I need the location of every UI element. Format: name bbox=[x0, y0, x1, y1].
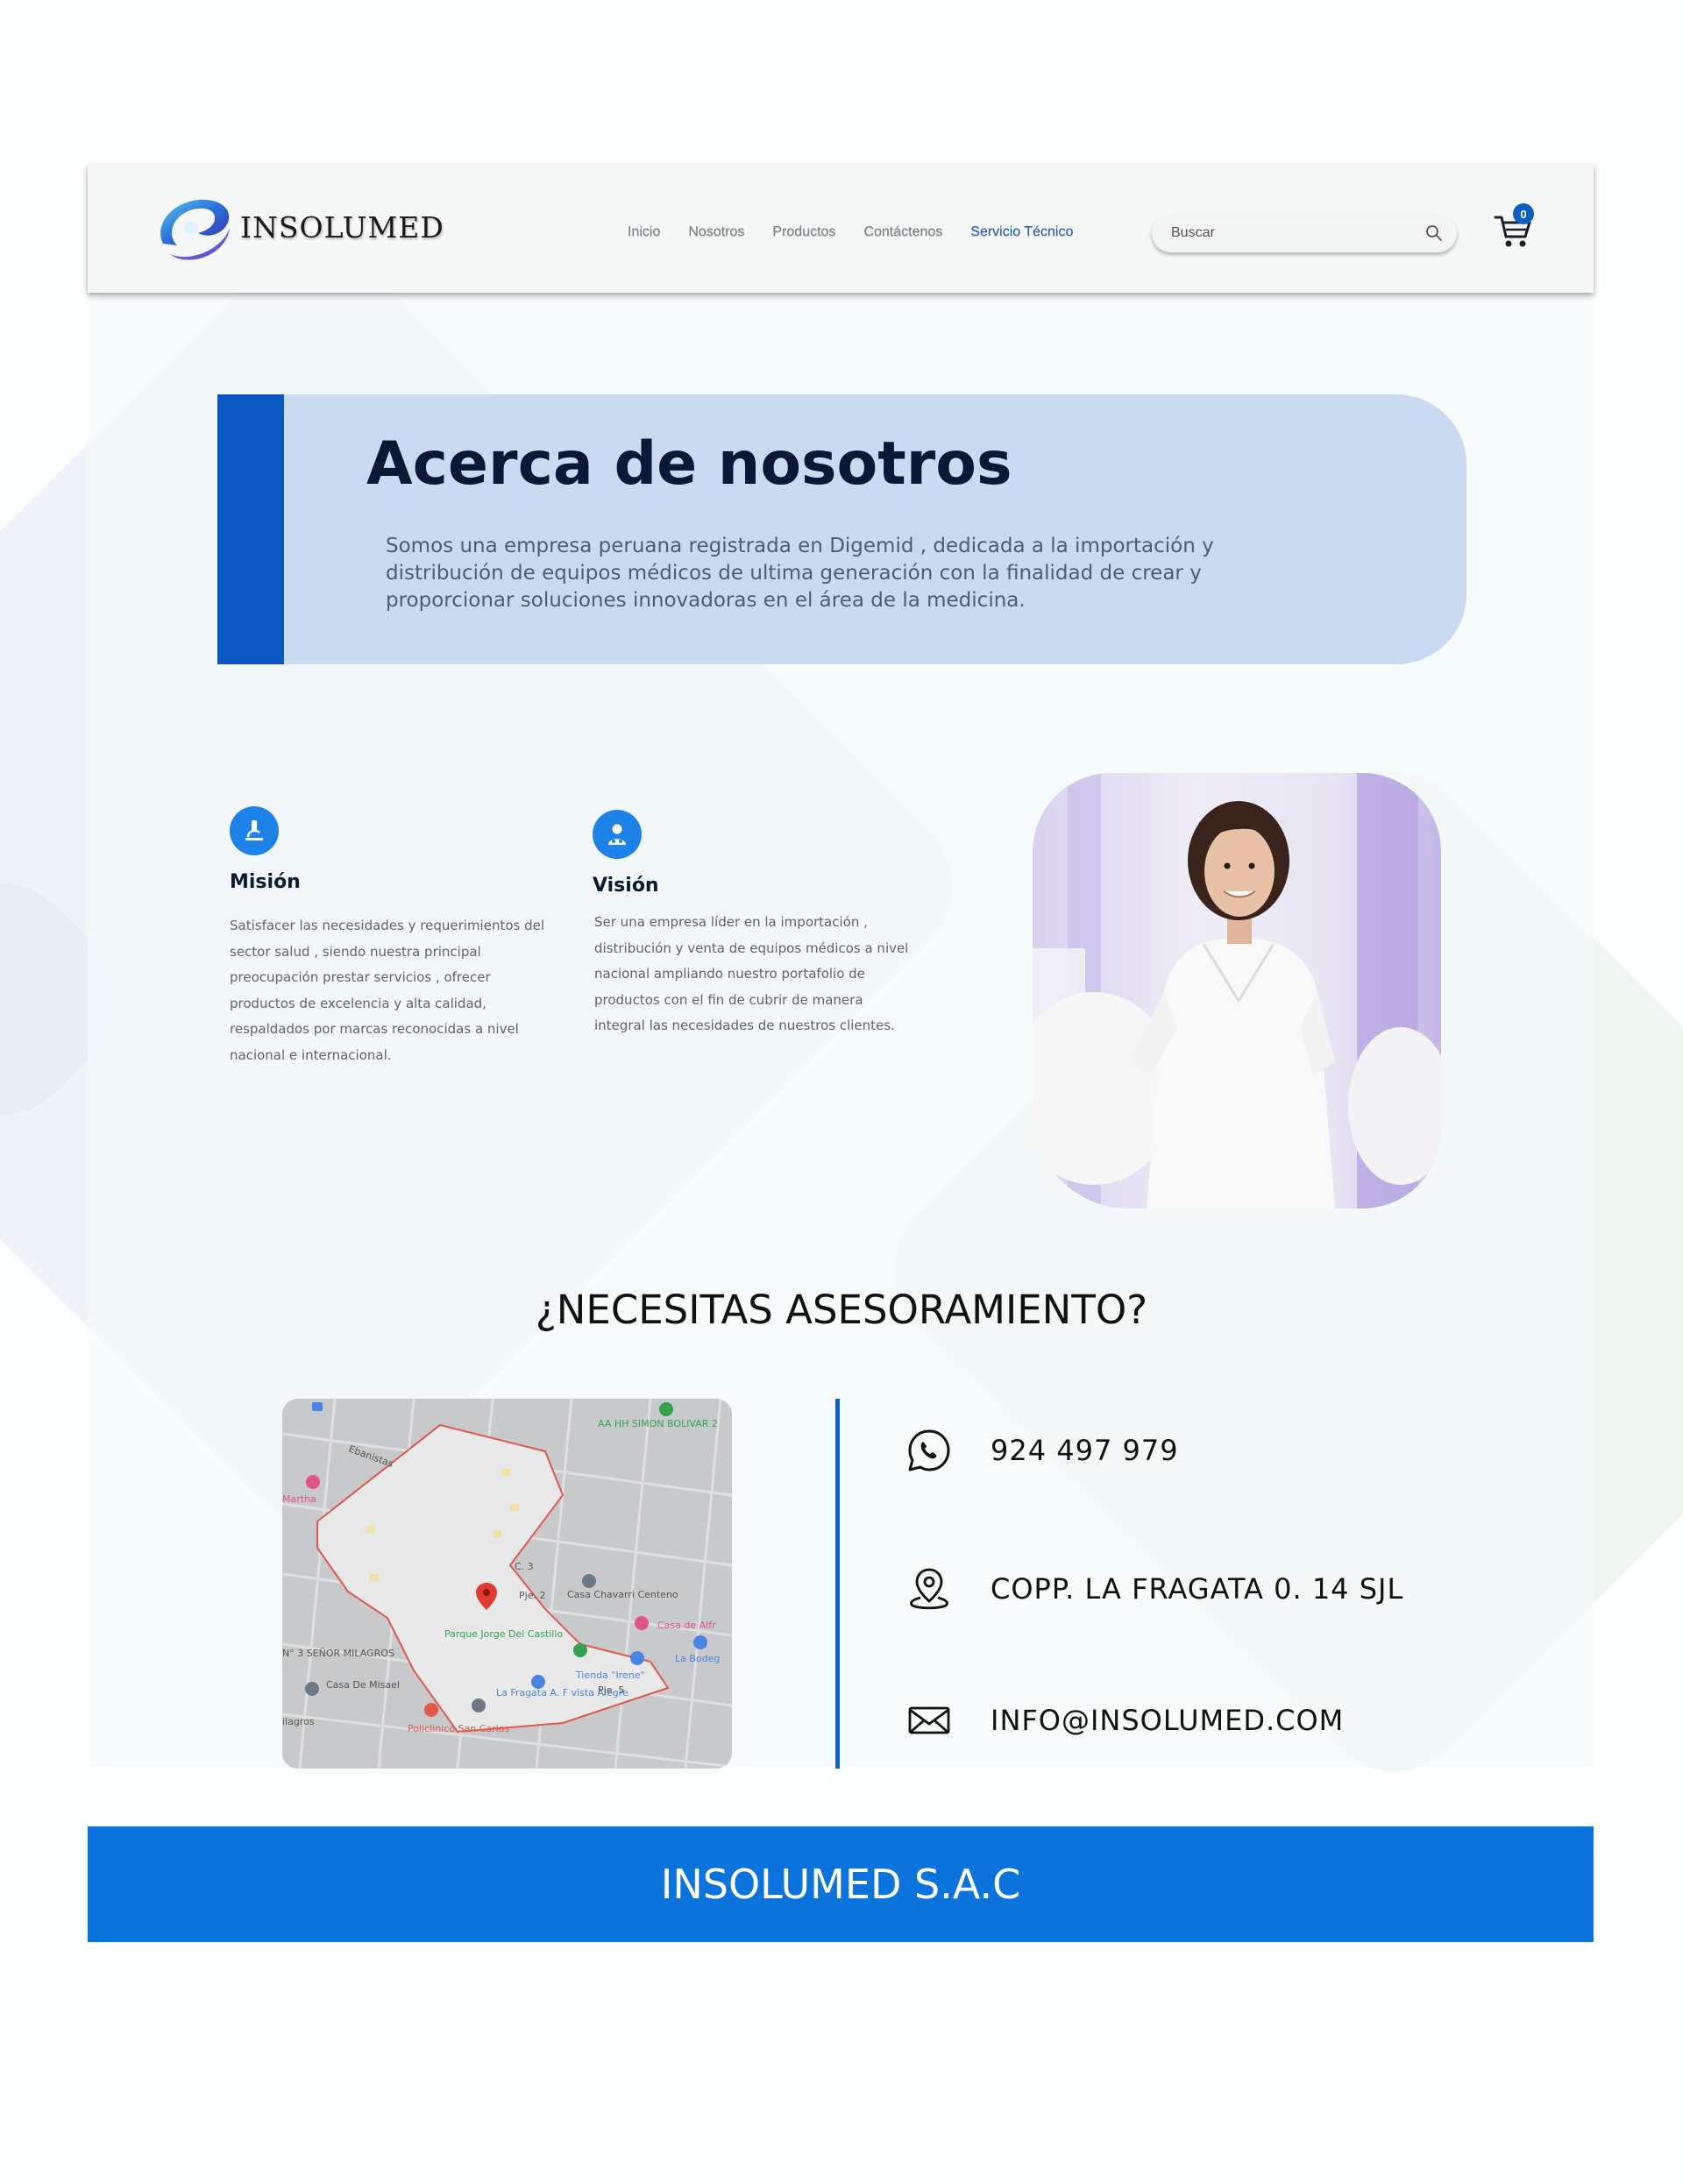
map-label: Pje. 2 bbox=[519, 1590, 545, 1601]
nav-link-inicio[interactable]: Inicio bbox=[628, 224, 660, 240]
about-title: Acerca de nosotros bbox=[366, 429, 1012, 499]
contact-divider bbox=[835, 1399, 840, 1769]
map-label: ilagros bbox=[282, 1716, 315, 1727]
map-label: AA HH SIMON BOLIVAR 2 bbox=[598, 1418, 718, 1429]
logo-swirl-icon bbox=[160, 199, 230, 260]
microscope-icon bbox=[230, 806, 279, 855]
map-graphic: AA HH SIMON BOLIVAR 2 Martha Casa Chavar… bbox=[282, 1399, 732, 1769]
location-map[interactable]: AA HH SIMON BOLIVAR 2 Martha Casa Chavar… bbox=[282, 1399, 732, 1769]
map-label: Pje. 5 bbox=[598, 1684, 624, 1696]
map-label: Parque Jorge Del Castillo bbox=[444, 1628, 563, 1640]
footer-company-name: INSOLUMED S.A.C bbox=[660, 1861, 1021, 1908]
nurse-illustration bbox=[1033, 773, 1441, 1209]
nav-link-contactenos[interactable]: Contáctenos bbox=[863, 224, 942, 240]
mail-icon bbox=[908, 1706, 950, 1734]
search-bar bbox=[1152, 214, 1457, 252]
advice-heading: ¿NECESITAS ASESORAMIENTO? bbox=[535, 1287, 1148, 1333]
mission-block: Misión Satisfacer las necesidades y requ… bbox=[230, 806, 545, 1063]
mission-text: Satisfacer las necesidades y requerimien… bbox=[230, 918, 545, 1063]
about-section: Acerca de nosotros Somos una empresa per… bbox=[217, 394, 1466, 664]
site-footer: INSOLUMED S.A.C bbox=[88, 1826, 1594, 1942]
map-label: Casa Chavarri Centeno bbox=[567, 1589, 678, 1600]
phone-number: 924 497 979 bbox=[991, 1434, 1179, 1467]
map-label: Casa de Alfr bbox=[657, 1620, 716, 1631]
address-text: COPP. LA FRAGATA 0. 14 SJL bbox=[991, 1572, 1404, 1606]
contact-email[interactable]: INFO@INSOLUMED.COM bbox=[905, 1696, 1344, 1745]
brand-logo[interactable]: INSOLUMED bbox=[153, 193, 444, 261]
nav-link-servicio-tecnico[interactable]: Servicio Técnico bbox=[970, 224, 1073, 240]
map-label: C. 3 bbox=[515, 1561, 534, 1572]
map-label: Tienda "Irene" bbox=[575, 1670, 645, 1681]
contact-address[interactable]: COPP. LA FRAGATA 0. 14 SJL bbox=[905, 1564, 1403, 1613]
search-icon[interactable] bbox=[1425, 224, 1443, 242]
vision-title: Visión bbox=[593, 875, 659, 897]
main-nav: Inicio Nosotros Productos Contáctenos Se… bbox=[628, 224, 1101, 240]
map-label: La Bodeg bbox=[675, 1653, 720, 1664]
whatsapp-icon bbox=[908, 1429, 950, 1471]
search-input[interactable] bbox=[1169, 224, 1418, 242]
about-description: Somos una empresa peruana registrada en … bbox=[386, 535, 1214, 612]
map-label: Policlinico San Carlos bbox=[408, 1723, 509, 1734]
doctor-icon bbox=[593, 810, 642, 859]
map-label: Casa De Misael bbox=[326, 1679, 400, 1691]
vision-block: Visión Ser una empresa líder en la impor… bbox=[593, 810, 908, 1033]
location-icon bbox=[910, 1568, 948, 1610]
nav-link-productos[interactable]: Productos bbox=[772, 224, 835, 240]
contact-phone[interactable]: 924 497 979 bbox=[905, 1426, 1179, 1475]
vision-text: Ser una empresa líder en la importación … bbox=[594, 914, 909, 1033]
email-text: INFO@INSOLUMED.COM bbox=[991, 1704, 1345, 1737]
map-label: N° 3 SEÑOR MILAGROS bbox=[282, 1648, 394, 1659]
about-accent-bar bbox=[217, 394, 284, 664]
staff-photo bbox=[1033, 773, 1441, 1209]
map-label: Martha bbox=[282, 1493, 316, 1505]
cart-count-badge: 0 bbox=[1513, 203, 1534, 224]
site-header: INSOLUMED Inicio Nosotros Productos Cont… bbox=[88, 165, 1594, 293]
mission-title: Misión bbox=[230, 871, 301, 893]
nav-link-nosotros[interactable]: Nosotros bbox=[688, 224, 744, 240]
brand-name: INSOLUMED bbox=[240, 209, 444, 245]
